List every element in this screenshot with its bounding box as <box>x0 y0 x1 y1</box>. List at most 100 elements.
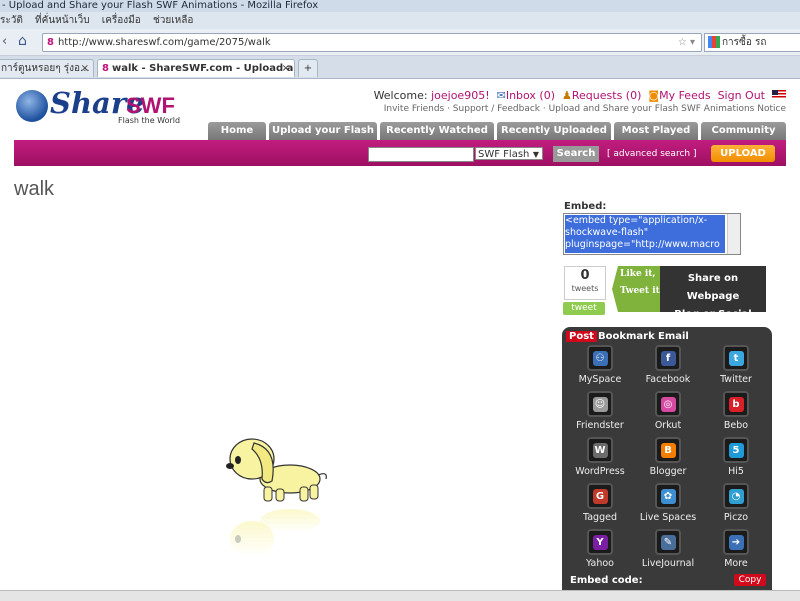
back-icon[interactable]: ‹ <box>2 34 7 49</box>
tweet-counter: 0 tweets <box>564 266 606 300</box>
nav-home[interactable]: Home <box>208 122 266 140</box>
like-line2: Tweet it <box>620 286 660 296</box>
share-label: Live Spaces <box>639 512 697 523</box>
tab-walk[interactable]: 8 walk - ShareSWF.com - Upload an... × <box>97 59 295 77</box>
share-label: Piczo <box>723 512 749 523</box>
navigation-toolbar: ‹ ⌂ 8 http://www.shareswf.com/game/2075/w… <box>0 29 800 56</box>
chevron-down-icon: ▼ <box>532 150 539 159</box>
share-label: Facebook <box>645 374 691 385</box>
signout-link[interactable]: Sign Out <box>718 89 765 102</box>
advanced-search-link[interactable]: [ advanced search ] <box>607 149 696 159</box>
share-friendster-button[interactable]: ☺ Friendster <box>570 391 630 431</box>
menu-tools[interactable]: เครื่องมือ <box>102 15 141 26</box>
myspace-icon: ⚇ <box>587 345 613 371</box>
more-icon: ➔ <box>723 529 749 555</box>
share-blogger-button[interactable]: B Blogger <box>638 437 698 477</box>
hi5-icon: 5 <box>723 437 749 463</box>
copy-button[interactable]: Copy <box>734 574 766 586</box>
livespaces-icon: ✿ <box>655 483 681 509</box>
users-icon: ♟ <box>562 89 572 102</box>
nav-community[interactable]: Community <box>701 122 786 140</box>
sub-links[interactable]: Invite Friends · Support / Feedback · Up… <box>384 104 786 114</box>
social-bookmark-panel: Post Bookmark Email ⚇ MySpace f Facebook t Tw… <box>562 327 772 590</box>
twitter-icon: t <box>723 345 749 371</box>
share-label: WordPress <box>575 466 625 477</box>
username-link[interactable]: joejoe905! <box>431 89 490 102</box>
search-type-select[interactable]: SWF Flash ▼ <box>475 147 543 160</box>
close-tab-icon[interactable]: × <box>81 60 89 77</box>
requests-link[interactable]: Requests (0) <box>572 89 642 102</box>
share-bebo-button[interactable]: b Bebo <box>706 391 766 431</box>
share-hi5-button[interactable]: 5 Hi5 <box>706 437 766 477</box>
tab-cartoon[interactable]: การ์ตูนหรอยๆ รุ่งอ... × <box>0 59 94 77</box>
embed-code-label: Embed code: <box>570 575 643 586</box>
embed-label: Embed: <box>564 201 607 212</box>
share-webpage-banner[interactable]: Share on Webpage Blog or Social Network <box>660 266 766 338</box>
nav-upload-flash[interactable]: Upload your Flash <box>269 122 377 140</box>
share-tagged-button[interactable]: G Tagged <box>570 483 630 523</box>
tab-email[interactable]: Email <box>658 331 689 342</box>
tab-bookmark[interactable]: Bookmark <box>598 331 655 342</box>
status-bar <box>0 590 800 601</box>
share-piczo-button[interactable]: ◔ Piczo <box>706 483 766 523</box>
search-button[interactable]: Search <box>553 146 599 162</box>
share-facebook-button[interactable]: f Facebook <box>638 345 698 385</box>
page-title: walk <box>14 178 55 200</box>
feeds-link[interactable]: My Feeds <box>659 89 710 102</box>
facebook-icon: f <box>655 345 681 371</box>
web-search-field[interactable]: การซื้อ รถ <box>704 33 800 52</box>
like-line1: Like it, <box>620 269 656 279</box>
share-label: Orkut <box>654 420 682 431</box>
share-livespaces-button[interactable]: ✿ Live Spaces <box>638 483 698 523</box>
nav-most-played[interactable]: Most Played <box>614 122 698 140</box>
bebo-icon: b <box>723 391 749 417</box>
bookmark-star-icon[interactable]: ☆ ▾ <box>678 34 695 51</box>
menu-bookmarks[interactable]: ที่คั่นหน้าเว็บ <box>35 15 90 26</box>
tab-post[interactable]: Post <box>566 331 597 342</box>
new-tab-button[interactable]: + <box>298 59 318 77</box>
share-label: Friendster <box>576 420 624 431</box>
embed-textarea[interactable]: <embed type="application/x-shockwave-fla… <box>563 213 741 255</box>
share-more-button[interactable]: ➔ More <box>706 529 766 569</box>
menu-help[interactable]: ช่วยเหลือ <box>153 15 193 26</box>
like-it-banner[interactable]: Like it, Tweet it <box>612 266 662 312</box>
share-label: Blogger <box>649 466 687 477</box>
menu-history[interactable]: ระวัติ <box>0 15 23 26</box>
site-favicon: 8 <box>47 37 54 48</box>
share-twitter-button[interactable]: t Twitter <box>706 345 766 385</box>
close-tab-icon[interactable]: × <box>282 60 290 77</box>
share-orkut-button[interactable]: ◎ Orkut <box>638 391 698 431</box>
menu-bar: ระวัติ ที่คั่นหน้าเว็บ เครื่องมือ ช่วยเห… <box>0 12 800 29</box>
user-bar: Welcome: joejoe905! ✉Inbox (0) ♟Requests… <box>374 89 786 102</box>
home-icon[interactable]: ⌂ <box>18 33 27 49</box>
url-bar[interactable]: 8 http://www.shareswf.com/game/2075/walk … <box>42 33 702 52</box>
welcome-label: Welcome: <box>373 89 428 102</box>
tweet-count-label: tweets <box>571 284 599 293</box>
search-text: การซื้อ รถ <box>722 37 767 48</box>
rss-icon: ◙ <box>648 89 660 102</box>
inbox-link[interactable]: Inbox (0) <box>506 89 555 102</box>
nav-recently-uploaded[interactable]: Recently Uploaded <box>497 122 611 140</box>
share-label: LiveJournal <box>641 558 695 569</box>
share-myspace-button[interactable]: ⚇ MySpace <box>570 345 630 385</box>
tab-label: walk - ShareSWF.com - Upload an... <box>111 63 295 74</box>
tab-label: การ์ตูนหรอยๆ รุ่งอ... <box>1 63 90 74</box>
tab-favicon: 8 <box>102 63 109 74</box>
site-search-input[interactable] <box>368 147 474 162</box>
embed-scrollbar[interactable] <box>727 214 740 254</box>
share-yahoo-button[interactable]: Y Yahoo <box>570 529 630 569</box>
us-flag-icon[interactable] <box>772 90 786 99</box>
logo-globe-icon[interactable] <box>16 90 48 122</box>
share-line1: Share on Webpage <box>686 273 740 302</box>
blogger-icon: B <box>655 437 681 463</box>
tab-strip: การ์ตูนหรอยๆ รุ่งอ... × 8 walk - ShareSWF.… <box>0 56 800 79</box>
walking-dog-animation[interactable] <box>224 435 334 575</box>
search-engine-icon[interactable] <box>708 36 720 48</box>
share-wordpress-button[interactable]: W WordPress <box>570 437 630 477</box>
embed-code-text[interactable]: <embed type="application/x-shockwave-fla… <box>565 215 725 253</box>
nav-recently-watched[interactable]: Recently Watched <box>380 122 494 140</box>
share-livejournal-button[interactable]: ✎ LiveJournal <box>638 529 698 569</box>
share-label: Hi5 <box>728 466 744 477</box>
tweet-button[interactable]: tweet <box>563 302 605 315</box>
upload-button[interactable]: UPLOAD <box>711 145 775 162</box>
